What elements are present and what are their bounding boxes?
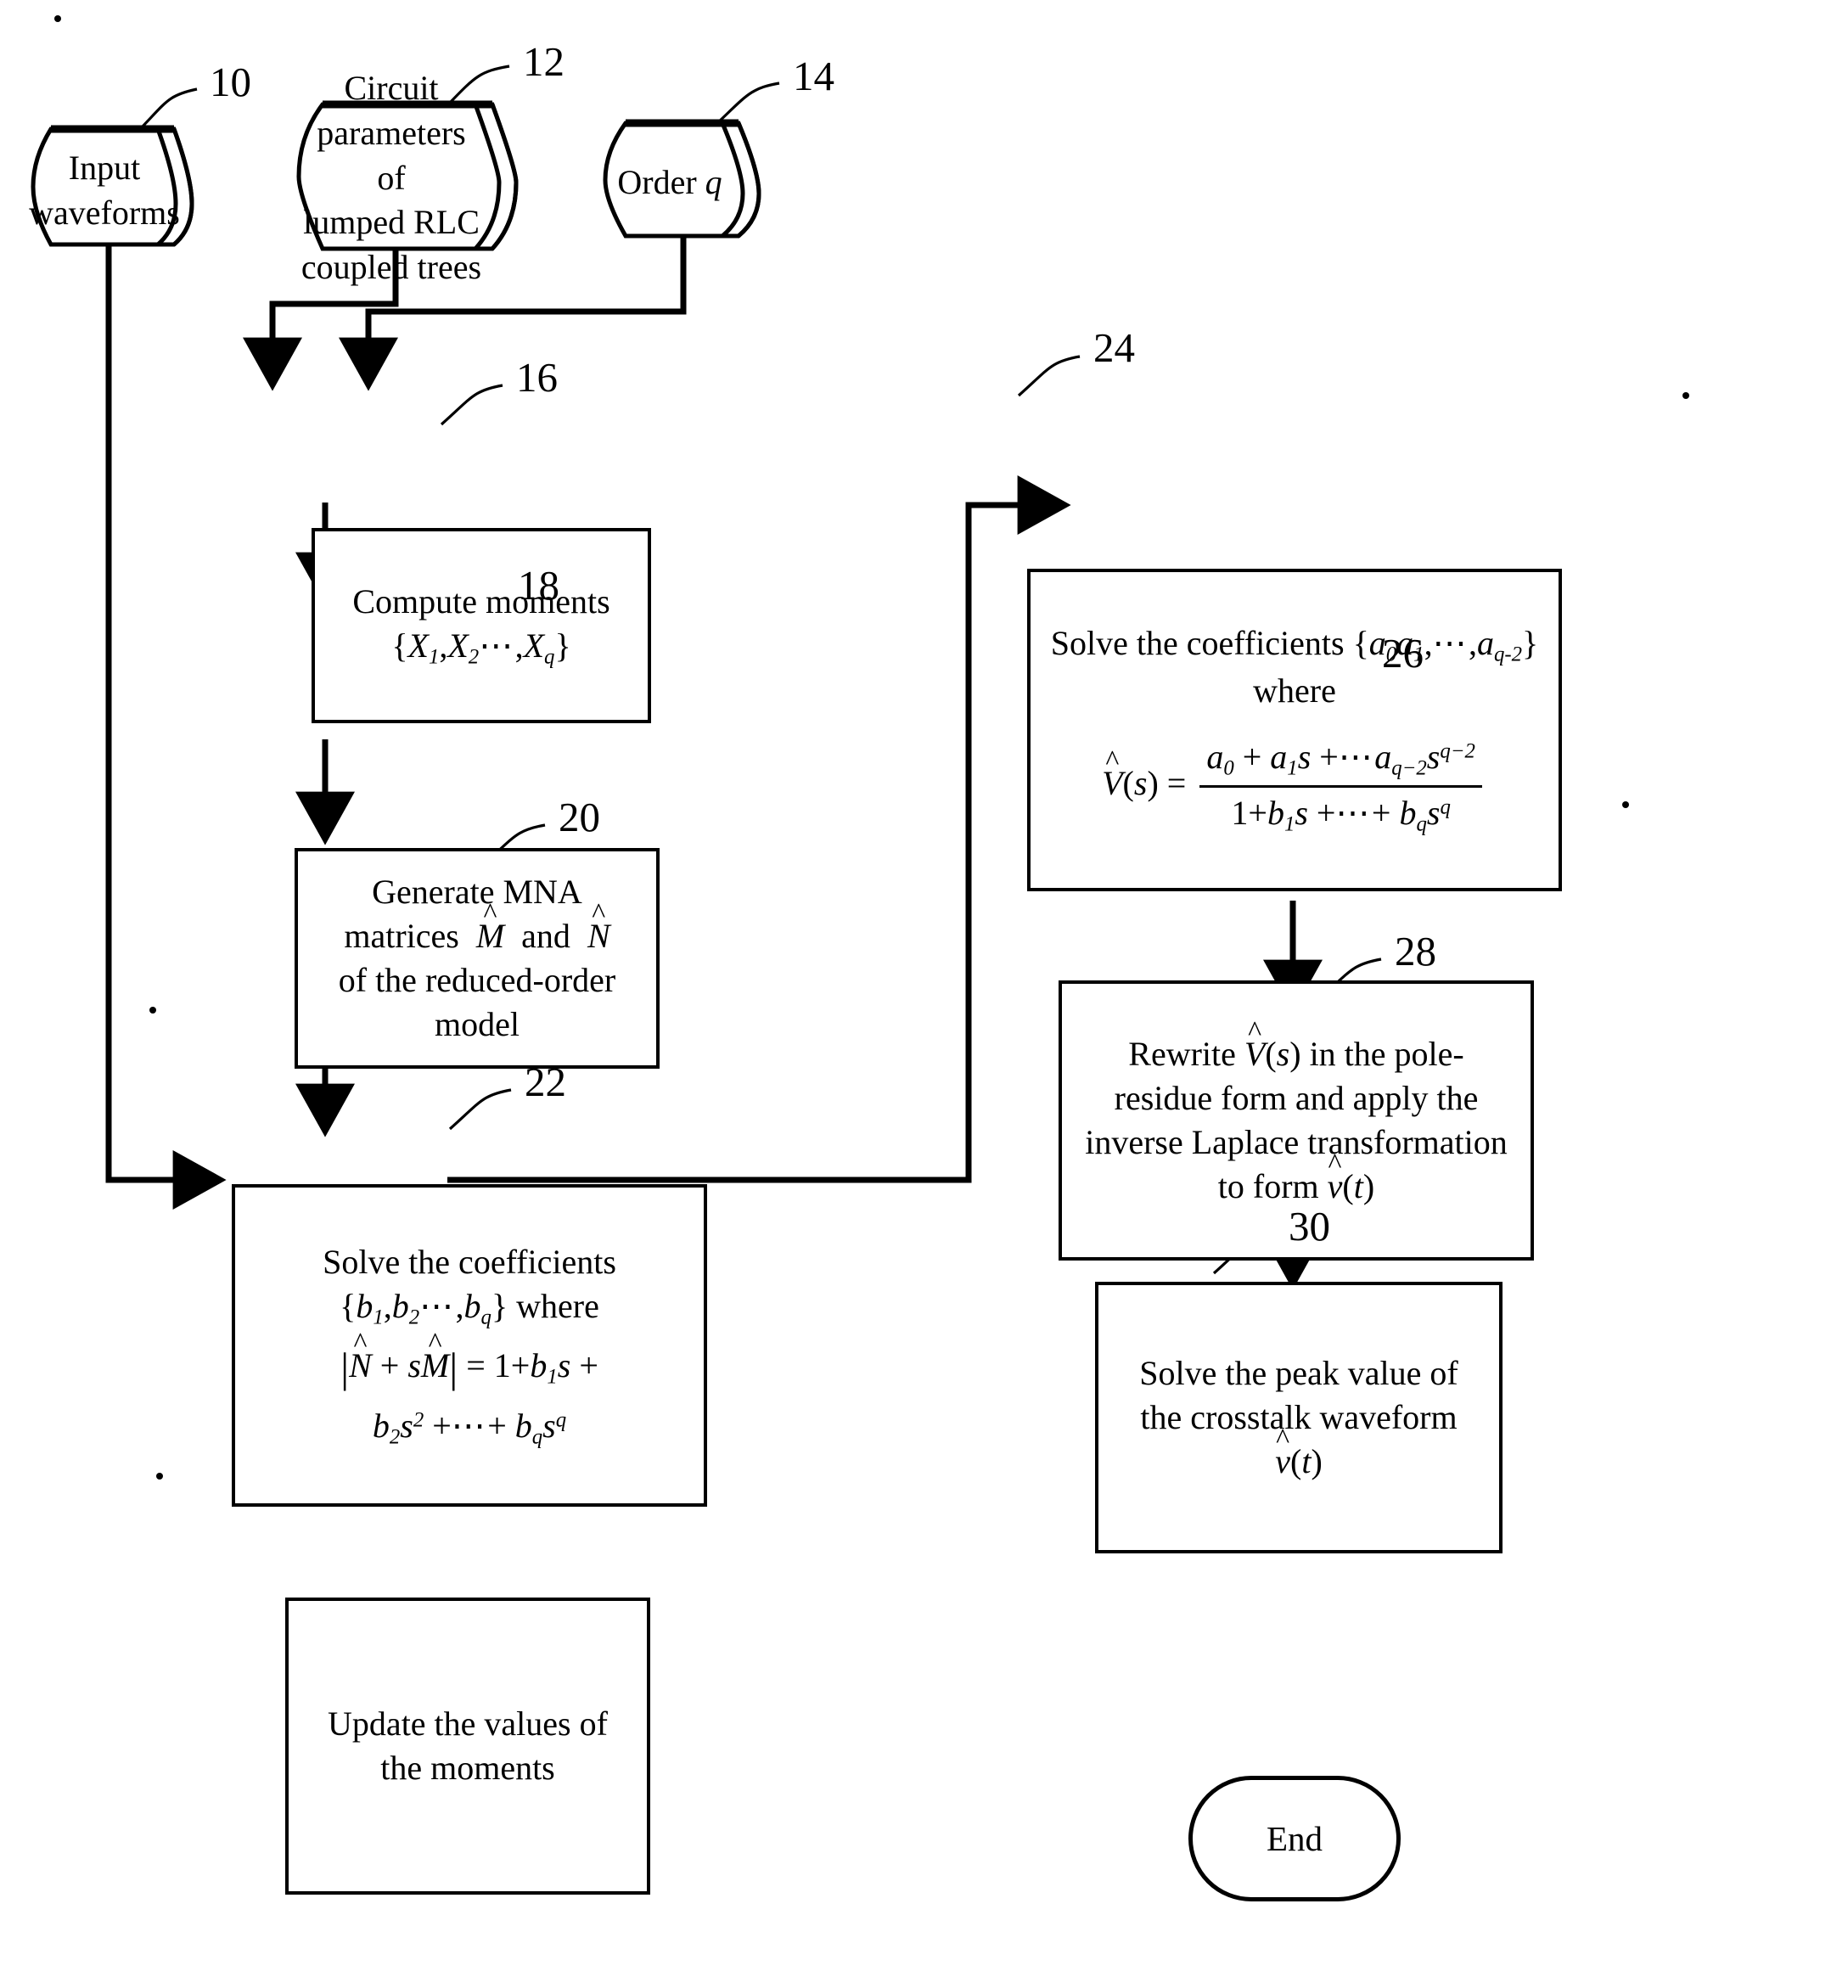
end-label: End bbox=[1266, 1819, 1323, 1858]
ref-numeral-16: 16 bbox=[516, 354, 558, 401]
compute-moments-formula: {X1,X2⋯,Xq} bbox=[391, 626, 571, 669]
circuit-parameters-line2: parameters of bbox=[317, 113, 466, 197]
input-waveforms-line1: Input bbox=[68, 149, 141, 188]
update-line2: the moments bbox=[380, 1749, 555, 1787]
leader-22 bbox=[448, 1088, 512, 1131]
leader-24 bbox=[1017, 355, 1081, 397]
solve-a-title: Solve the coefficients bbox=[1050, 624, 1345, 663]
solve-b-title: Solve the coefficients bbox=[323, 1242, 616, 1281]
solve-b-set: {b1,b2⋯,bq} bbox=[340, 1286, 508, 1329]
circuit-parameters-line1: Circuit bbox=[344, 69, 439, 108]
end-terminator: End bbox=[1188, 1776, 1401, 1901]
step-box-20-solve-coefficients-b: Solve the coefficients {b1,b2⋯,bq} where… bbox=[232, 1184, 707, 1507]
solve-a-set: {a0a1,⋯,aq-2} bbox=[1352, 624, 1539, 666]
ref-numeral-30: 30 bbox=[1289, 1203, 1330, 1250]
step-box-16-compute-moments: Compute moments {X1,X2⋯,Xq} bbox=[312, 528, 651, 723]
circuit-parameters-line4: coupled trees bbox=[301, 248, 482, 287]
circuit-parameters-line3: lumped RLC bbox=[303, 203, 480, 242]
input-waveforms-label: Input waveforms bbox=[29, 144, 180, 238]
order-q-variable: q bbox=[705, 162, 722, 201]
solve-a-where: where bbox=[1253, 671, 1336, 710]
solve-b-equation-line2: b2s2 +⋯+ bqsq bbox=[372, 1406, 567, 1448]
ref-numeral-20: 20 bbox=[559, 794, 600, 840]
ref-numeral-10: 10 bbox=[210, 59, 251, 105]
ref-numeral-12: 12 bbox=[523, 38, 565, 85]
step-18-text: Generate MNA matrices M ^ and N ^ of the r… bbox=[327, 870, 627, 1047]
leader-14 bbox=[716, 81, 780, 125]
peak-line3: v ^ (t) bbox=[1275, 1424, 1323, 1481]
ref-numeral-18: 18 bbox=[518, 562, 559, 609]
ref-numeral-28: 28 bbox=[1395, 928, 1436, 974]
leader-10 bbox=[138, 87, 198, 131]
rewrite-line3: inverse Laplace transformation bbox=[1085, 1123, 1508, 1161]
step-box-28-solve-peak-value: Solve the peak value of the crosstalk wa… bbox=[1095, 1282, 1503, 1553]
ref-numeral-26: 26 bbox=[1382, 630, 1424, 677]
connector-layer bbox=[31, 15, 1689, 1480]
arrow-10-to-22 bbox=[105, 244, 227, 1210]
order-q-word: Order bbox=[617, 162, 697, 201]
step-22-text: Update the values of the moments bbox=[316, 1702, 620, 1790]
input-waveforms-line2: waveforms bbox=[29, 194, 180, 232]
step-box-18-generate-mna: Generate MNA matrices M ^ and N ^ of the r… bbox=[295, 848, 660, 1069]
circuit-parameters-label: Circuit parameters of lumped RLC coupled… bbox=[299, 69, 484, 286]
ref-numeral-14: 14 bbox=[793, 53, 834, 99]
leader-12 bbox=[447, 65, 510, 106]
step-box-22-update-moments: Update the values of the moments bbox=[285, 1598, 650, 1895]
solve-b-where: where bbox=[516, 1286, 599, 1325]
mna-line4: model bbox=[435, 1005, 520, 1043]
leader-16 bbox=[440, 384, 503, 426]
compute-moments-title: Compute moments bbox=[352, 582, 610, 621]
rewrite-line1: Rewrite V ^ (s) in the pole- bbox=[1128, 1016, 1464, 1074]
step-box-24-solve-coefficients-a: Solve the coefficients {a0a1,⋯,aq-2} whe… bbox=[1027, 569, 1562, 891]
peak-line1: Solve the peak value of bbox=[1139, 1354, 1458, 1392]
step-28-text: Solve the peak value of the crosstalk wa… bbox=[1127, 1351, 1469, 1484]
order-q-label: Order q bbox=[605, 157, 734, 208]
peak-line2: the crosstalk waveform bbox=[1140, 1398, 1458, 1436]
step-20-text: Solve the coefficients {b1,b2⋯,bq} where… bbox=[311, 1240, 628, 1451]
rewrite-line4: to form v ^ (t) bbox=[1217, 1148, 1375, 1206]
update-line1: Update the values of bbox=[328, 1704, 608, 1743]
ref-numeral-22: 22 bbox=[525, 1059, 566, 1105]
solve-b-equation-line1: |N ^ + sM ^ | = 1+b1s + bbox=[340, 1327, 598, 1391]
mna-line3: of the reduced-order bbox=[338, 961, 616, 999]
step-16-text: Compute moments {X1,X2⋯,Xq} bbox=[340, 580, 621, 671]
figure-canvas: Input waveforms Circuit parameters of lu… bbox=[0, 0, 1848, 1988]
rewrite-line2: residue form and apply the bbox=[1114, 1079, 1479, 1117]
step-26-text: Rewrite V ^ (s) in the pole- residue form … bbox=[1073, 1016, 1519, 1209]
ref-numeral-24: 24 bbox=[1093, 324, 1135, 371]
solve-a-equation: V ^ (s) = a0 + a1s +⋯aq−2sq−2 1+b1s +⋯+ bq… bbox=[1051, 735, 1539, 838]
step-24-text: Solve the coefficients {a0a1,⋯,aq-2} whe… bbox=[1039, 621, 1551, 838]
mna-line2: matrices M ^ and N ^ bbox=[344, 898, 610, 956]
